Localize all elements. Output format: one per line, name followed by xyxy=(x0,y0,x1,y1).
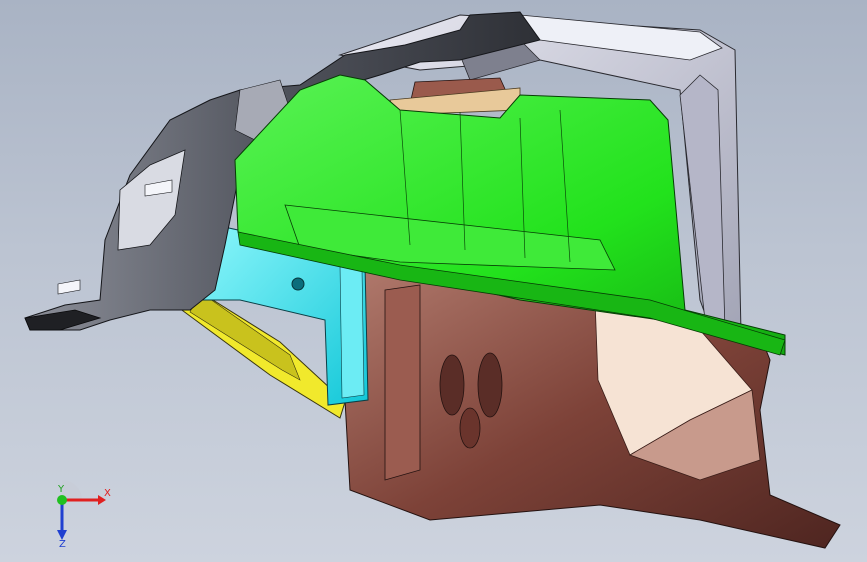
3d-viewport[interactable]: X Y Z xyxy=(0,0,867,562)
cad-model-view[interactable] xyxy=(0,0,867,562)
x-axis-label: X xyxy=(104,488,111,499)
axis-triad: X Y Z xyxy=(57,480,111,548)
y-axis-icon xyxy=(57,495,67,505)
y-axis-label: Y xyxy=(57,484,65,495)
z-axis-label: Z xyxy=(59,539,66,548)
